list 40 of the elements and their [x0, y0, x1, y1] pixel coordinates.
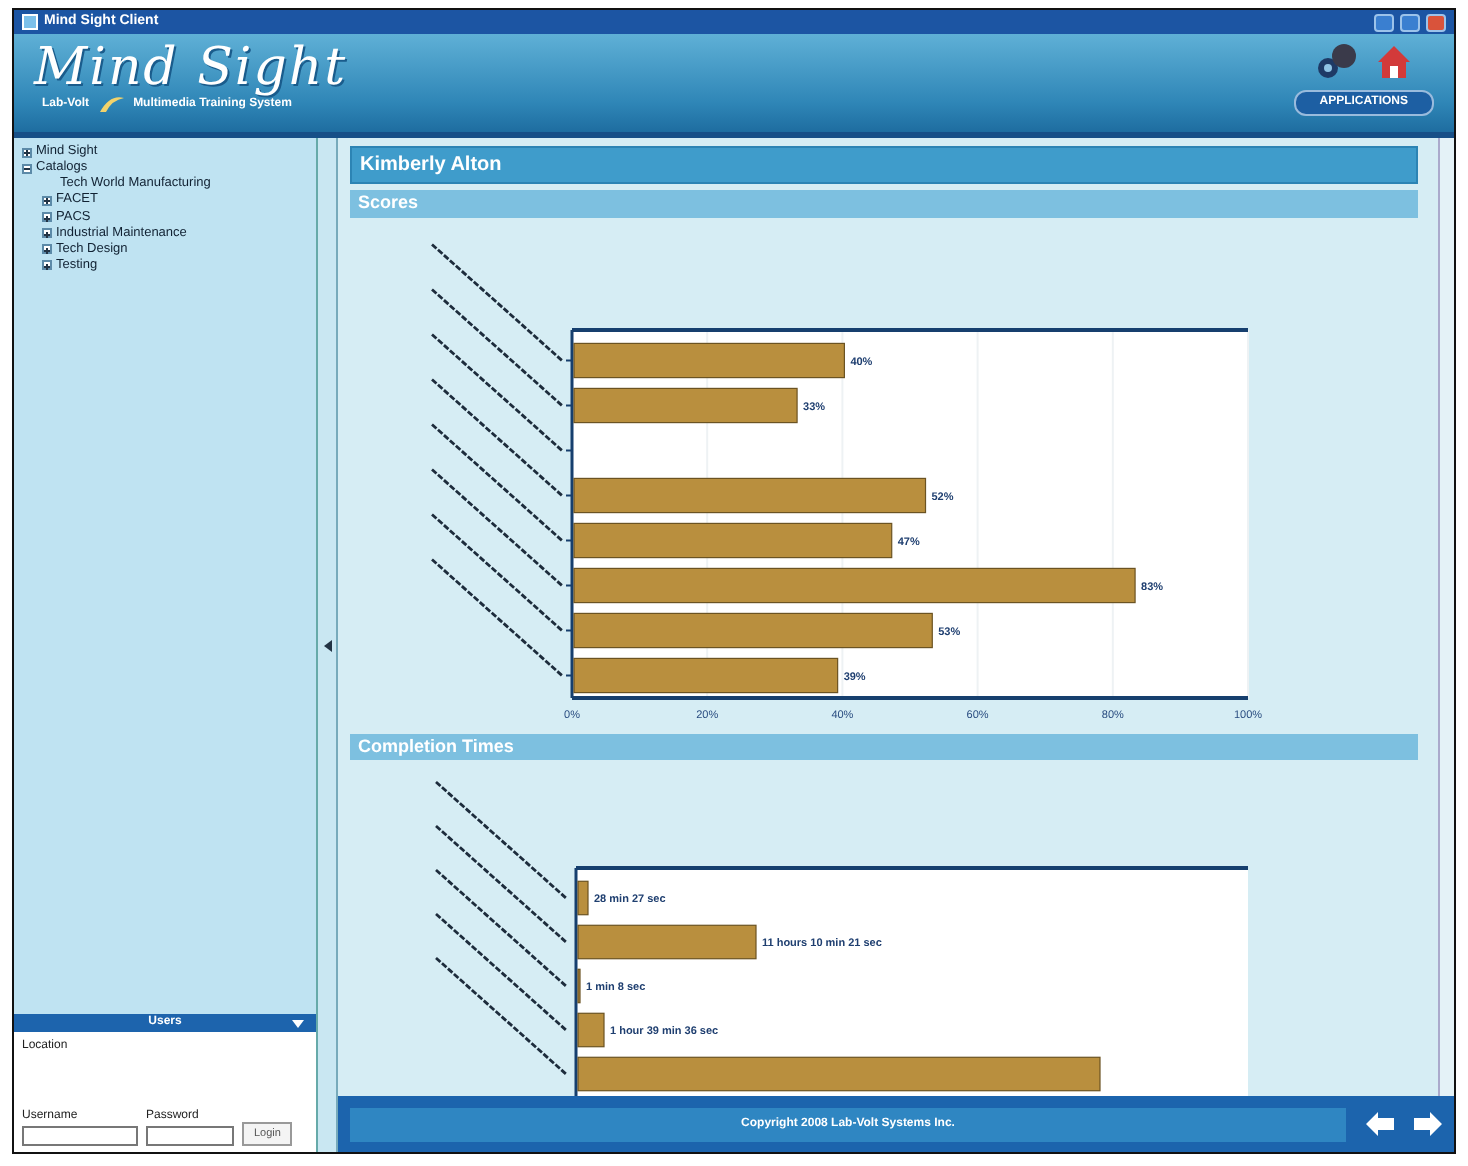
category-label-stroke [435, 780, 567, 900]
collapse-arrow-icon[interactable] [323, 639, 331, 651]
category-label-stroke [435, 956, 567, 1076]
category-label-stroke [435, 824, 567, 944]
logo-text: Mind Sight [34, 42, 348, 94]
section-header: Completion Times [350, 733, 1418, 760]
category-label-stroke [431, 332, 563, 451]
expand-icon[interactable] [42, 212, 52, 223]
swoosh-icon [97, 94, 126, 114]
dropdown-icon[interactable] [292, 1019, 304, 1027]
expand-icon[interactable] [42, 195, 52, 206]
minimize-button[interactable] [1374, 13, 1394, 31]
category-label-stroke [431, 557, 563, 676]
category-label-stroke [431, 512, 563, 631]
category-label-stroke [435, 868, 567, 988]
category-label-stroke [431, 287, 563, 406]
expand-icon[interactable] [22, 147, 32, 158]
home-icon [1373, 42, 1414, 82]
expand-icon[interactable] [42, 260, 52, 271]
back-arrow-icon[interactable] [1366, 1112, 1394, 1136]
app-icon [22, 14, 38, 30]
expand-icon[interactable] [42, 244, 52, 255]
maximize-button[interactable] [1400, 13, 1420, 31]
category-label-stroke [431, 242, 563, 361]
category-label-stroke [431, 377, 563, 496]
collapse-icon[interactable] [22, 163, 32, 174]
gears-icon [1313, 42, 1358, 82]
scrollbar[interactable] [1438, 138, 1454, 1096]
expand-icon[interactable] [42, 228, 52, 239]
close-button[interactable] [1426, 13, 1446, 31]
section-header: Scores [350, 190, 1418, 217]
forward-arrow-icon[interactable] [1414, 1112, 1442, 1136]
password-field[interactable] [146, 1126, 234, 1146]
student-name-header: Kimberly Alton [350, 146, 1418, 184]
bar [577, 1012, 605, 1048]
category-label-stroke [431, 422, 563, 541]
username-field[interactable] [22, 1126, 138, 1146]
bar [577, 880, 589, 916]
category-label-stroke [431, 467, 563, 586]
category-label-stroke [435, 912, 567, 1032]
